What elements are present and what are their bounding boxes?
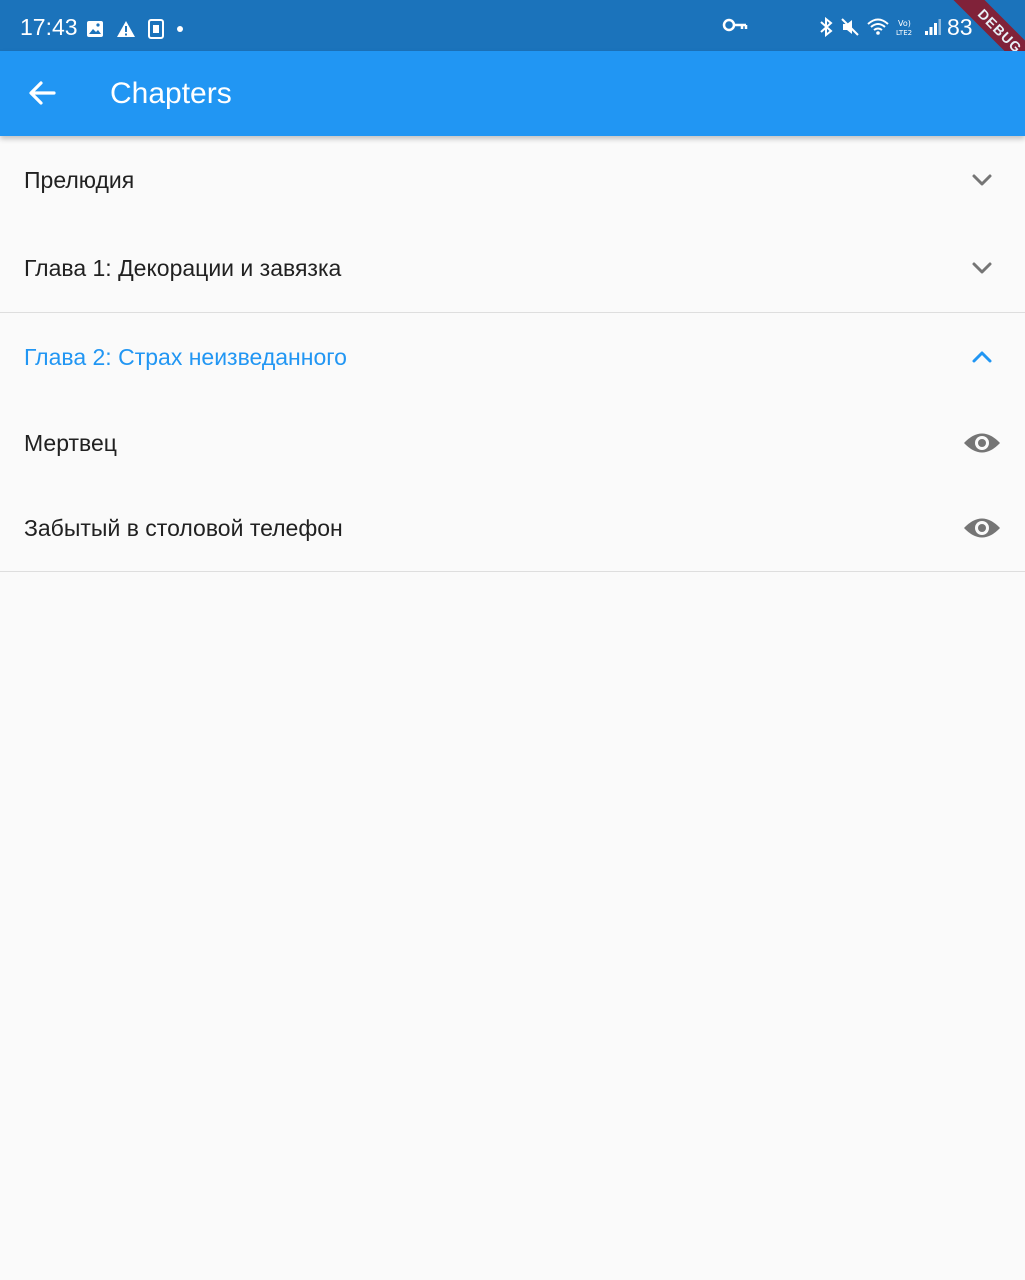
list-item[interactable]: Мертвец: [0, 401, 1025, 486]
svg-text:LTE2: LTE2: [896, 29, 912, 37]
chapter-list: Прелюдия Глава 1: Декорации и завязка Гл…: [0, 136, 1025, 572]
item-title: Забытый в столовой телефон: [24, 515, 343, 541]
signal-icon: [925, 19, 941, 35]
key-icon: [722, 18, 748, 32]
chevron-down-icon[interactable]: [966, 166, 998, 194]
status-icons-right: Vo) LTE2: [818, 17, 948, 37]
bluetooth-icon: [820, 17, 833, 37]
chevron-up-icon[interactable]: [966, 343, 998, 371]
status-time: 17:43: [20, 14, 78, 40]
eye-icon[interactable]: [962, 513, 1002, 543]
divider: [0, 571, 1025, 572]
volte-icon: Vo) LTE2: [896, 19, 912, 37]
item-title: Мертвец: [24, 430, 117, 456]
page-title: Chapters: [110, 77, 232, 110]
dot-icon: [177, 26, 183, 32]
chapter-row[interactable]: Глава 1: Декорации и завязка: [0, 224, 1025, 312]
wifi-icon: [867, 18, 889, 35]
status-bar: 17:43 Vo) LTE2 83 DEBUG: [0, 0, 1025, 89]
chapter-title: Глава 1: Декорации и завязка: [24, 255, 342, 281]
sim-icon: [148, 19, 164, 39]
mute-icon: [841, 18, 859, 36]
status-icons-key: [722, 17, 748, 38]
chevron-down-icon[interactable]: [966, 254, 998, 282]
app-bar: Chapters: [0, 51, 1025, 136]
status-icons-left: [86, 19, 196, 39]
list-item[interactable]: Забытый в столовой телефон: [0, 486, 1025, 571]
chapter-title: Глава 2: Страх неизведанного: [24, 344, 347, 370]
back-arrow-icon[interactable]: [22, 73, 62, 113]
eye-icon[interactable]: [962, 428, 1002, 458]
svg-text:Vo): Vo): [898, 19, 911, 28]
image-icon: [87, 21, 103, 37]
battery-level: 83: [947, 14, 973, 40]
chapter-row-expanded[interactable]: Глава 2: Страх неизведанного: [0, 313, 1025, 401]
chapter-row[interactable]: Прелюдия: [0, 136, 1025, 224]
chapter-title: Прелюдия: [24, 167, 135, 193]
warning-icon: [117, 21, 135, 37]
